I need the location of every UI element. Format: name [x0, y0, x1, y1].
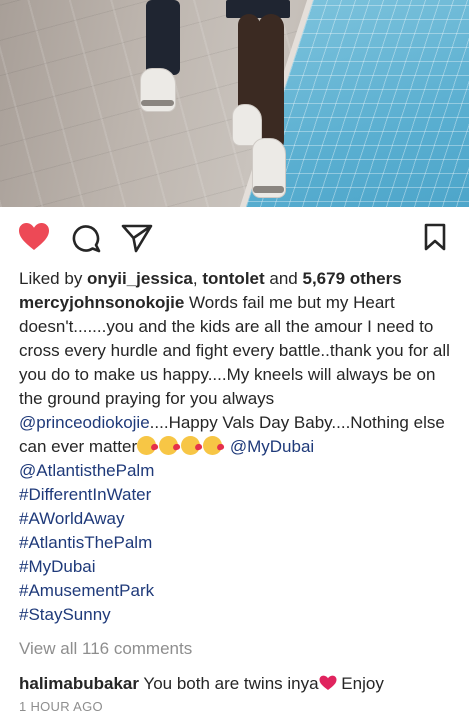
comment-text: Enjoy — [336, 674, 384, 693]
share-button[interactable] — [121, 223, 153, 253]
comment-username[interactable]: halimabubakar — [19, 674, 139, 693]
kissing-heart-emoji — [181, 436, 201, 455]
mention-link[interactable]: @MyDubai — [230, 437, 314, 456]
likes-line: Liked by onyii_jessica, tontolet and 5,6… — [19, 267, 459, 291]
mention-link[interactable]: @princeodiokojie — [19, 413, 150, 432]
caption: mercyjohnsonokojie Words fail me but my … — [19, 291, 459, 627]
comment-button[interactable] — [71, 223, 101, 253]
mention-link[interactable]: @AtlantisthePalm — [19, 459, 459, 483]
skirt — [226, 0, 290, 18]
left-person-pants — [146, 0, 180, 75]
caption-username[interactable]: mercyjohnsonokojie — [19, 293, 184, 312]
hashtag-link[interactable]: #MyDubai — [19, 555, 459, 579]
hashtag-link[interactable]: #AWorldAway — [19, 507, 459, 531]
liker-username[interactable]: tontolet — [202, 269, 264, 288]
likes-prefix: Liked by — [19, 269, 88, 288]
liker-username[interactable]: onyii_jessica — [87, 269, 193, 288]
comment-text: You both are twins inya — [139, 674, 319, 693]
comment-icon — [72, 225, 101, 253]
likes-and: and — [264, 269, 303, 288]
shoe-sole — [141, 100, 174, 106]
comment-row: halimabubakar You both are twins inya En… — [19, 672, 384, 698]
leg-left — [238, 14, 260, 118]
heart-emoji-icon — [319, 674, 337, 698]
kissing-heart-emoji — [203, 436, 223, 455]
likes-count[interactable]: 5,679 others — [302, 269, 401, 288]
hashtag-link[interactable]: #StaySunny — [19, 603, 459, 627]
save-button[interactable] — [424, 223, 446, 251]
like-button[interactable] — [18, 222, 50, 252]
hashtag-link[interactable]: #DifferentInWater — [19, 483, 459, 507]
smiling-hearts-emoji — [137, 436, 157, 455]
post-photo[interactable] — [0, 0, 469, 207]
likes-separator: , — [192, 269, 203, 288]
heart-icon — [19, 223, 49, 250]
kissing-heart-emoji — [159, 436, 179, 455]
share-icon — [121, 224, 153, 253]
shoe-sole — [253, 186, 284, 193]
bookmark-icon — [424, 223, 446, 251]
hashtag-link[interactable]: #AmusementPark — [19, 579, 459, 603]
view-all-comments-link[interactable]: View all 116 comments — [19, 639, 192, 659]
post-timestamp: 1 HOUR AGO — [19, 699, 103, 714]
hashtag-link[interactable]: #AtlantisThePalm — [19, 531, 459, 555]
